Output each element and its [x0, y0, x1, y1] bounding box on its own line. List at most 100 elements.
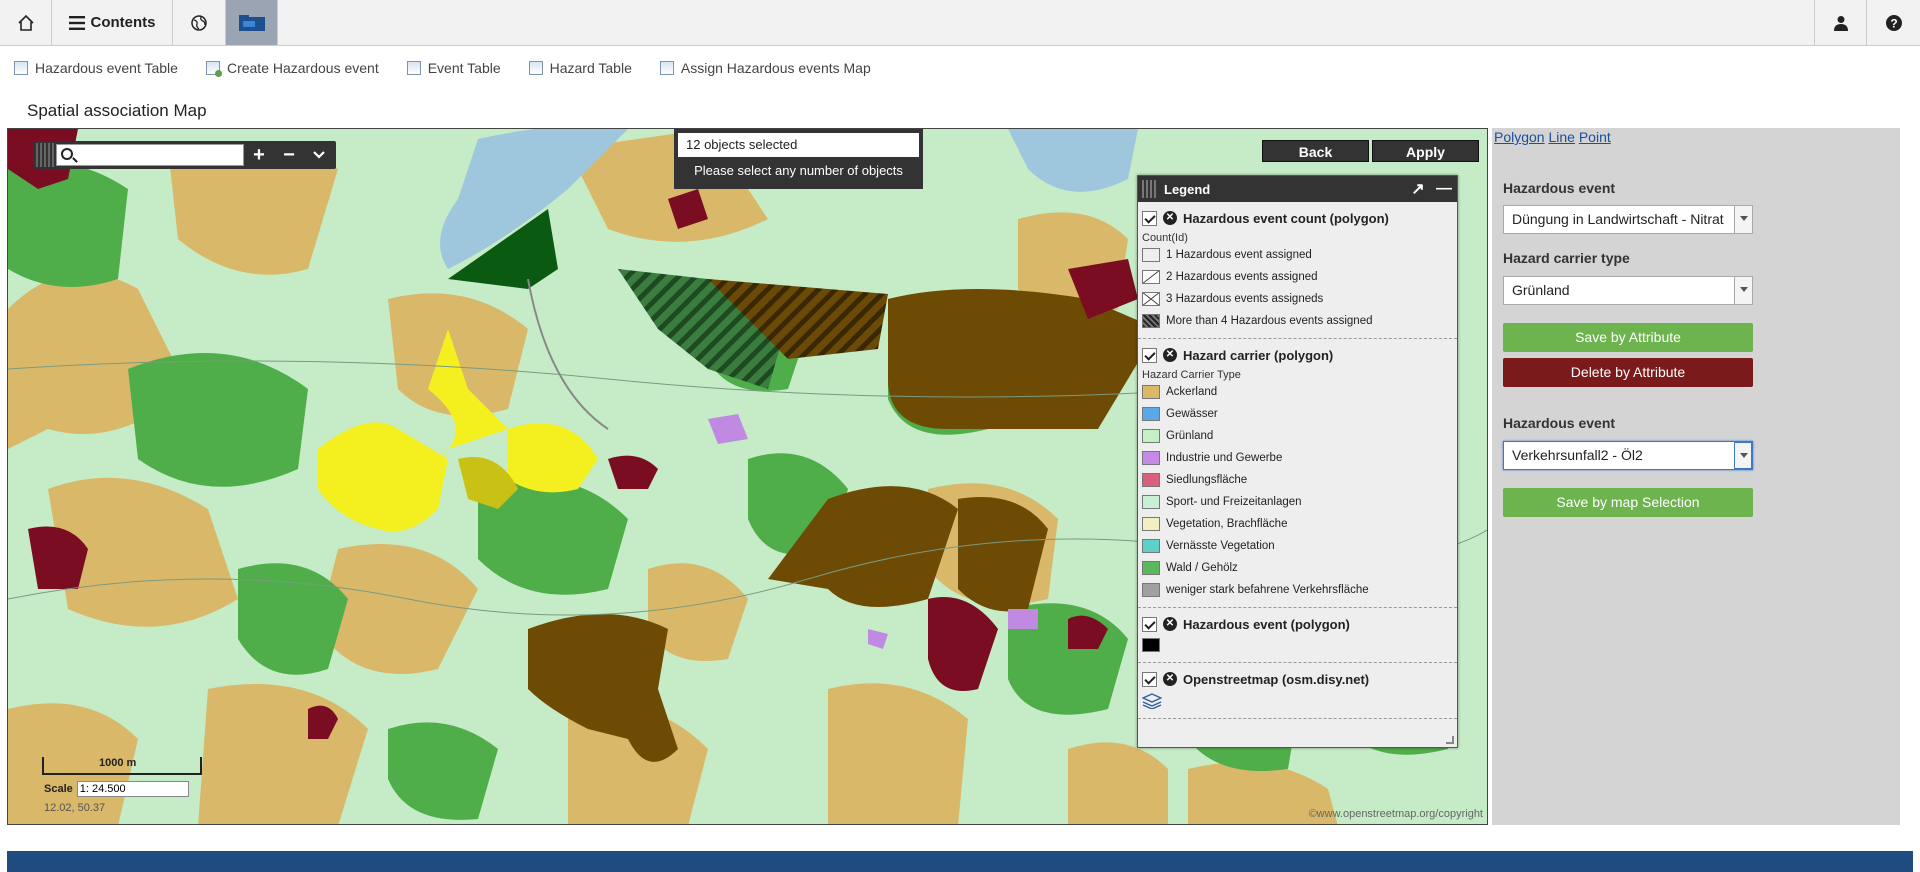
nav-hazard-table[interactable]: Hazard Table: [528, 60, 632, 76]
layer-title: Hazardous event (polygon): [1183, 616, 1350, 632]
drag-handle[interactable]: [1142, 180, 1158, 198]
page-title: Spatial association Map: [27, 101, 207, 120]
swatch: [1142, 473, 1160, 487]
legend-section-carrier: ✕ Hazard carrier (polygon) Hazard Carrie…: [1138, 339, 1457, 608]
tab-line[interactable]: Line: [1548, 129, 1574, 145]
select-value: Düngung in Landwirtschaft - Nitrat: [1512, 211, 1724, 227]
coordinate-readout: 12.02, 50.37: [44, 802, 106, 814]
svg-text:?: ?: [1890, 16, 1897, 30]
swatch: [1142, 495, 1160, 509]
zoom-out-button[interactable]: −: [274, 143, 304, 167]
swatch: [1142, 292, 1160, 306]
legend-item-label: Vegetation, Brachfläche: [1166, 518, 1288, 530]
chevron-down-icon: [1734, 277, 1752, 304]
globe-button[interactable]: [173, 0, 226, 45]
chevron-down-icon: [313, 151, 325, 159]
help-button[interactable]: ?: [1867, 0, 1920, 45]
remove-layer-icon[interactable]: ✕: [1163, 348, 1177, 362]
save-by-map-selection-button[interactable]: Save by map Selection: [1503, 488, 1753, 517]
layer-subtitle: Hazard Carrier Type: [1142, 369, 1241, 381]
scale-input[interactable]: [76, 781, 189, 797]
layers-icon: [1141, 693, 1163, 710]
swatch: [1142, 638, 1160, 652]
legend-title: Legend: [1164, 181, 1211, 197]
nav-assign-hazardous-events-map[interactable]: Assign Hazardous events Map: [659, 60, 871, 76]
legend-item-label: Siedlungsfläche: [1166, 474, 1248, 486]
legend-item-label: Gewässer: [1166, 408, 1218, 420]
legend-item: Vegetation, Brachfläche: [1142, 513, 1453, 535]
home-icon: [17, 14, 34, 31]
more-tools-button[interactable]: [304, 143, 334, 167]
swatch: [1142, 407, 1160, 421]
zoom-in-button[interactable]: +: [244, 143, 274, 167]
layer-visibility-checkbox[interactable]: [1142, 616, 1157, 632]
attribute-panel: Polygon Line Point Hazardous event Düngu…: [1492, 128, 1900, 825]
top-toolbar: Contents ?: [0, 0, 1920, 46]
swatch: [1142, 517, 1160, 531]
swatch: [1142, 451, 1160, 465]
nav-event-table[interactable]: Event Table: [406, 60, 501, 76]
swatch: [1142, 270, 1160, 284]
legend-item: Industrie und Gewerbe: [1142, 447, 1453, 469]
swatch: [1142, 314, 1160, 328]
carrier-type-label: Hazard carrier type: [1503, 250, 1630, 266]
legend-item: Ackerland: [1142, 381, 1453, 403]
legend-item-label: Grünland: [1166, 430, 1214, 442]
tab-point[interactable]: Point: [1579, 129, 1611, 145]
footer-bar: [7, 851, 1913, 872]
selection-info: 12 objects selected Please select any nu…: [674, 129, 923, 189]
layer-visibility-checkbox[interactable]: [1142, 347, 1157, 363]
contents-button[interactable]: Contents: [52, 0, 173, 45]
legend-item-label: Wald / Gehölz: [1166, 562, 1238, 574]
remove-layer-icon[interactable]: ✕: [1163, 211, 1177, 225]
nav-create-hazardous-event[interactable]: Create Hazardous event: [205, 60, 379, 77]
delete-by-attribute-button[interactable]: Delete by Attribute: [1503, 358, 1753, 387]
scale-bar: 1000 m: [42, 757, 202, 775]
legend-item: Wald / Gehölz: [1142, 557, 1453, 579]
remove-layer-icon[interactable]: ✕: [1163, 672, 1177, 686]
back-button[interactable]: Back: [1262, 140, 1369, 162]
legend-item: Grünland: [1142, 425, 1453, 447]
swatch: [1142, 583, 1160, 597]
expand-icon[interactable]: ↗: [1405, 179, 1431, 199]
legend-item: Gewässer: [1142, 403, 1453, 425]
map-module-button[interactable]: [226, 0, 278, 45]
layer-visibility-checkbox[interactable]: [1142, 210, 1157, 226]
save-by-attribute-button[interactable]: Save by Attribute: [1503, 323, 1753, 352]
legend-item: Sport- und Freizeitanlagen: [1142, 491, 1453, 513]
legend-section-count: ✕ Hazardous event count (polygon) Count(…: [1138, 202, 1457, 339]
home-button[interactable]: [0, 0, 52, 45]
tab-polygon[interactable]: Polygon: [1494, 129, 1545, 145]
remove-layer-icon[interactable]: ✕: [1163, 617, 1177, 631]
nav-hazardous-event-table[interactable]: Hazardous event Table: [14, 60, 178, 76]
legend-section-osm: ✕ Openstreetmap (osm.disy.net): [1138, 663, 1457, 719]
selection-hint: Please select any number of objects: [694, 163, 903, 178]
help-icon: ?: [1885, 14, 1902, 31]
layer-visibility-checkbox[interactable]: [1142, 671, 1157, 687]
map-search-field[interactable]: [56, 144, 244, 166]
legend-item-label: Sport- und Freizeitanlagen: [1166, 496, 1302, 508]
minimize-icon[interactable]: —: [1431, 180, 1457, 198]
hazardous-event-select[interactable]: Düngung in Landwirtschaft - Nitrat: [1503, 205, 1753, 234]
drag-handle[interactable]: [36, 143, 56, 167]
legend-item-label: Industrie und Gewerbe: [1166, 452, 1283, 464]
legend-panel: Legend ↗ — ✕ Hazardous event count (poly…: [1137, 175, 1458, 748]
scale-label: Scale: [44, 783, 73, 795]
nav-label: Hazard Table: [549, 60, 632, 76]
resize-handle[interactable]: [1446, 736, 1454, 744]
map-search-input[interactable]: [57, 145, 243, 165]
map-search-toolbar: + −: [34, 141, 336, 169]
layer-title: Openstreetmap (osm.disy.net): [1183, 671, 1370, 687]
map-view[interactable]: + − 12 objects selected Please select an…: [7, 128, 1488, 825]
nav-label: Assign Hazardous events Map: [680, 60, 871, 76]
apply-button[interactable]: Apply: [1372, 140, 1479, 162]
user-button[interactable]: [1814, 0, 1867, 45]
scale-bar-label: 1000 m: [99, 757, 137, 769]
legend-item-label: Ackerland: [1166, 386, 1218, 398]
map-copyright[interactable]: ©www.openstreetmap.org/copyright: [1309, 808, 1483, 820]
carrier-type-select[interactable]: Grünland: [1503, 276, 1753, 305]
legend-item: More than 4 Hazardous events assigned: [1142, 310, 1453, 332]
legend-item-label: weniger stark befahrene Verkehrsfläche: [1166, 584, 1369, 596]
map-module-icon: [238, 14, 265, 31]
hazardous-event-2-select[interactable]: Verkehrsunfall2 - Öl2: [1503, 441, 1753, 470]
